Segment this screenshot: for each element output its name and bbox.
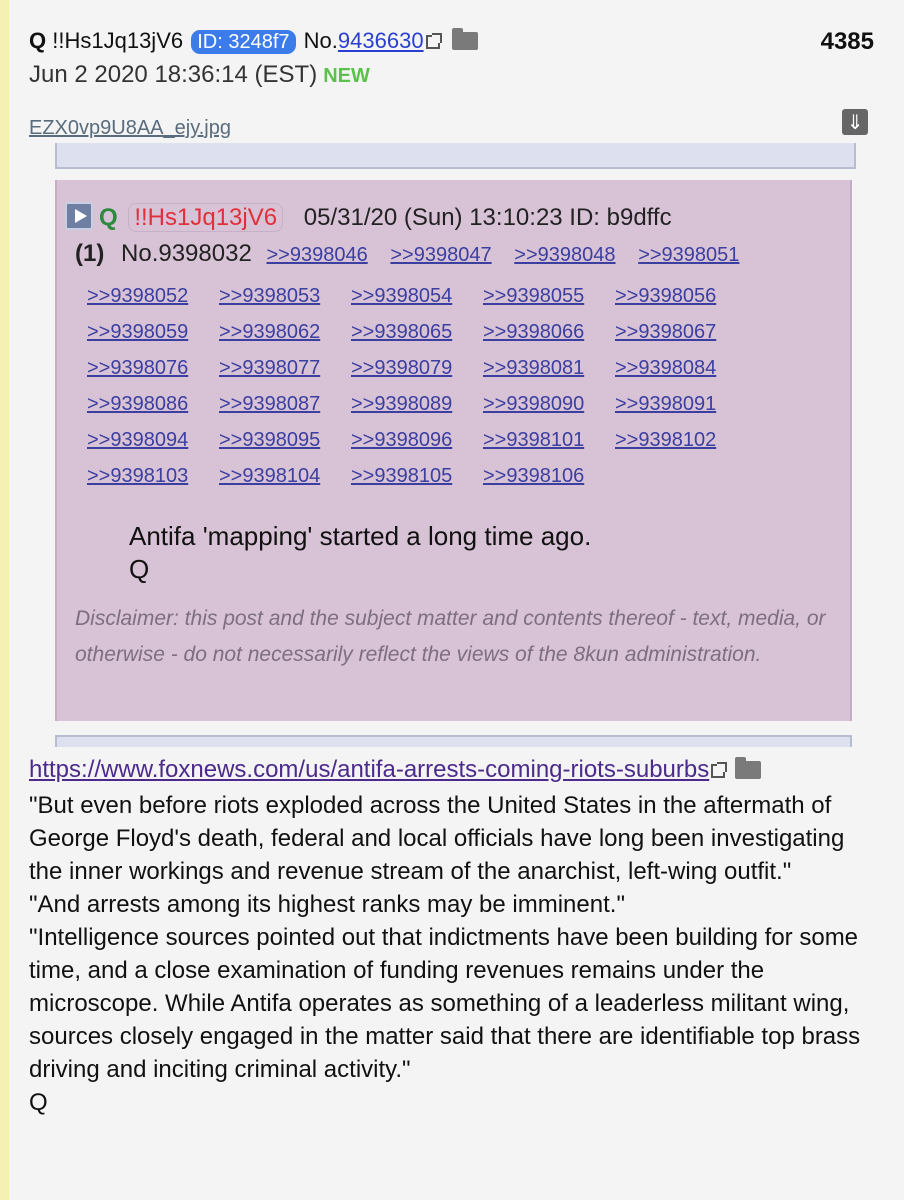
reply-link: >>9398089	[351, 393, 453, 415]
reply-link: >>9398103	[87, 465, 189, 487]
play-icon	[65, 202, 93, 230]
quote-paragraph: "Intelligence sources pointed out that i…	[29, 924, 861, 1083]
reply-link: >>9398053	[219, 285, 321, 307]
embedded-signature: Q	[129, 554, 150, 584]
embedded-tripcode: !!Hs1Jq13jV6	[128, 203, 284, 232]
source-url-link[interactable]: https://www.foxnews.com/us/antifa-arrest…	[29, 756, 709, 783]
external-link-icon[interactable]	[425, 33, 442, 49]
post-number-link[interactable]: 9436630	[338, 28, 424, 53]
reply-link: >>9398087	[219, 393, 321, 415]
reply-link: >>9398062	[219, 321, 321, 343]
reply-link: >>9398090	[483, 393, 585, 415]
reply-link: >>9398046	[266, 244, 368, 266]
reply-link: >>9398106	[483, 465, 585, 487]
new-badge: NEW	[323, 65, 370, 87]
reply-link: >>9398081	[483, 357, 585, 379]
reply-link: >>9398052	[87, 285, 189, 307]
reply-link: >>9398059	[87, 321, 189, 343]
reply-link: >>9398048	[514, 244, 616, 266]
external-link-icon[interactable]	[711, 762, 728, 778]
embedded-author: Q	[99, 204, 118, 231]
post-signature: Q	[29, 1089, 48, 1116]
embedded-post-number-row: (1) No.9398032 >>9398046 >>9398047 >>939…	[75, 240, 739, 268]
embedded-reply-links: >>9398052 >>9398053 >>9398054 >>9398055 >>93…	[87, 278, 787, 494]
reply-link: >>9398091	[615, 393, 717, 415]
post-date: Jun 2 2020 18:36:14 (EST) NEW	[29, 61, 370, 89]
reply-link: >>9398067	[615, 321, 717, 343]
reply-link: >>9398076	[87, 357, 189, 379]
reply-link: >>9398084	[615, 357, 717, 379]
reply-link: >>9398086	[87, 393, 189, 415]
highlight-bar	[0, 0, 9, 1200]
reply-link: >>9398096	[351, 429, 453, 451]
post-header: Q !!Hs1Jq13jV6 ID: 3248f7 No.9436630	[29, 28, 478, 54]
reply-link: >>9398077	[219, 357, 321, 379]
reply-link: >>9398054	[351, 285, 453, 307]
attachment-filename-link[interactable]: EZX0vp9U8AA_ejy.jpg	[29, 117, 231, 140]
reply-link: >>9398066	[483, 321, 585, 343]
quote-paragraph: "And arrests among its highest ranks may…	[29, 891, 625, 918]
embedded-image[interactable]: Q !!Hs1Jq13jV6 05/31/20 (Sun) 13:10:23 I…	[55, 180, 852, 721]
post-body: "But even before riots exploded across t…	[29, 789, 869, 1119]
download-icon[interactable]: ⇓	[842, 109, 868, 135]
reply-link: >>9398051	[638, 244, 740, 266]
reply-link: >>9398065	[351, 321, 453, 343]
reply-link: >>9398101	[483, 429, 585, 451]
embedded-post-number: No.9398032	[121, 240, 252, 267]
reply-link: >>9398095	[219, 429, 321, 451]
reply-link: >>9398047	[390, 244, 492, 266]
folder-icon[interactable]	[451, 28, 478, 50]
embedded-post-header: Q !!Hs1Jq13jV6 05/31/20 (Sun) 13:10:23 I…	[99, 203, 672, 232]
source-link-row: https://www.foxnews.com/us/antifa-arrest…	[29, 756, 762, 784]
embedded-message-line: Antifa 'mapping' started a long time ago…	[129, 521, 592, 551]
poster-id-badge[interactable]: ID: 3248f7	[191, 30, 296, 54]
reply-link: >>9398079	[351, 357, 453, 379]
reply-link: >>9398094	[87, 429, 189, 451]
reply-link: >>9398104	[219, 465, 321, 487]
reply-link: >>9398105	[351, 465, 453, 487]
post-tripcode: !!Hs1Jq13jV6	[52, 28, 184, 53]
quote-paragraph: "But even before riots exploded across t…	[29, 792, 845, 885]
embedded-image-top-strip	[55, 143, 856, 169]
embedded-disclaimer: Disclaimer: this post and the subject ma…	[75, 607, 826, 666]
folder-icon[interactable]	[735, 757, 762, 779]
post-number-prefix: No.	[303, 28, 338, 53]
embedded-datetime: 05/31/20 (Sun) 13:10:23 ID: b9dffc	[303, 204, 672, 231]
embedded-image-bottom-strip	[55, 735, 852, 747]
post-count: 4385	[820, 28, 874, 55]
post-timestamp: Jun 2 2020 18:36:14 (EST)	[29, 61, 318, 88]
reply-link: >>9398056	[615, 285, 717, 307]
reply-link: >>9398102	[615, 429, 717, 451]
post-author: Q	[29, 28, 47, 53]
embedded-count: (1)	[75, 240, 105, 267]
embedded-message: Antifa 'mapping' started a long time ago…	[129, 520, 591, 586]
reply-link: >>9398055	[483, 285, 585, 307]
